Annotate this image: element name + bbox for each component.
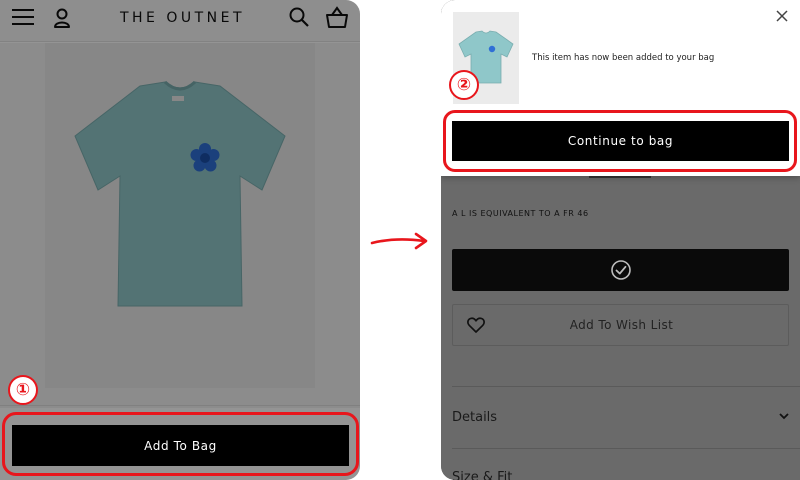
- divider: [452, 448, 800, 449]
- size-fit-accordion[interactable]: Size & Fit: [452, 470, 512, 480]
- added-confirmation-text: This item has now been added to your bag: [532, 53, 715, 63]
- add-to-bag-confirmed-button[interactable]: [452, 249, 789, 291]
- dim-overlay: [0, 0, 360, 480]
- check-circle-icon: [610, 260, 631, 280]
- right-phone-screen: A L IS EQUIVALENT TO A FR 46 Add To Wish…: [441, 0, 800, 480]
- wish-list-label: Add To Wish List: [569, 318, 674, 332]
- left-phone-screen: THE OUTNET Add To Bag: [0, 0, 360, 480]
- continue-to-bag-button[interactable]: Continue to bag: [452, 121, 789, 161]
- tutorial-canvas: THE OUTNET Add To Bag ① A L IS EQUIVALEN…: [0, 0, 800, 480]
- chevron-down-icon[interactable]: [778, 410, 790, 422]
- details-accordion[interactable]: Details: [452, 410, 497, 425]
- step-2-marker: ②: [449, 70, 479, 100]
- add-to-bag-button[interactable]: Add To Bag: [12, 425, 349, 466]
- arrow-right-icon: [370, 232, 428, 250]
- size-tab-underline: [589, 176, 651, 178]
- divider: [452, 386, 800, 387]
- close-icon[interactable]: [775, 9, 789, 23]
- size-equivalence-note: A L IS EQUIVALENT TO A FR 46: [452, 209, 589, 218]
- add-to-wish-list-button[interactable]: Add To Wish List: [452, 304, 789, 346]
- added-to-bag-modal: This item has now been added to your bag…: [441, 0, 800, 176]
- step-1-marker: ①: [8, 375, 38, 405]
